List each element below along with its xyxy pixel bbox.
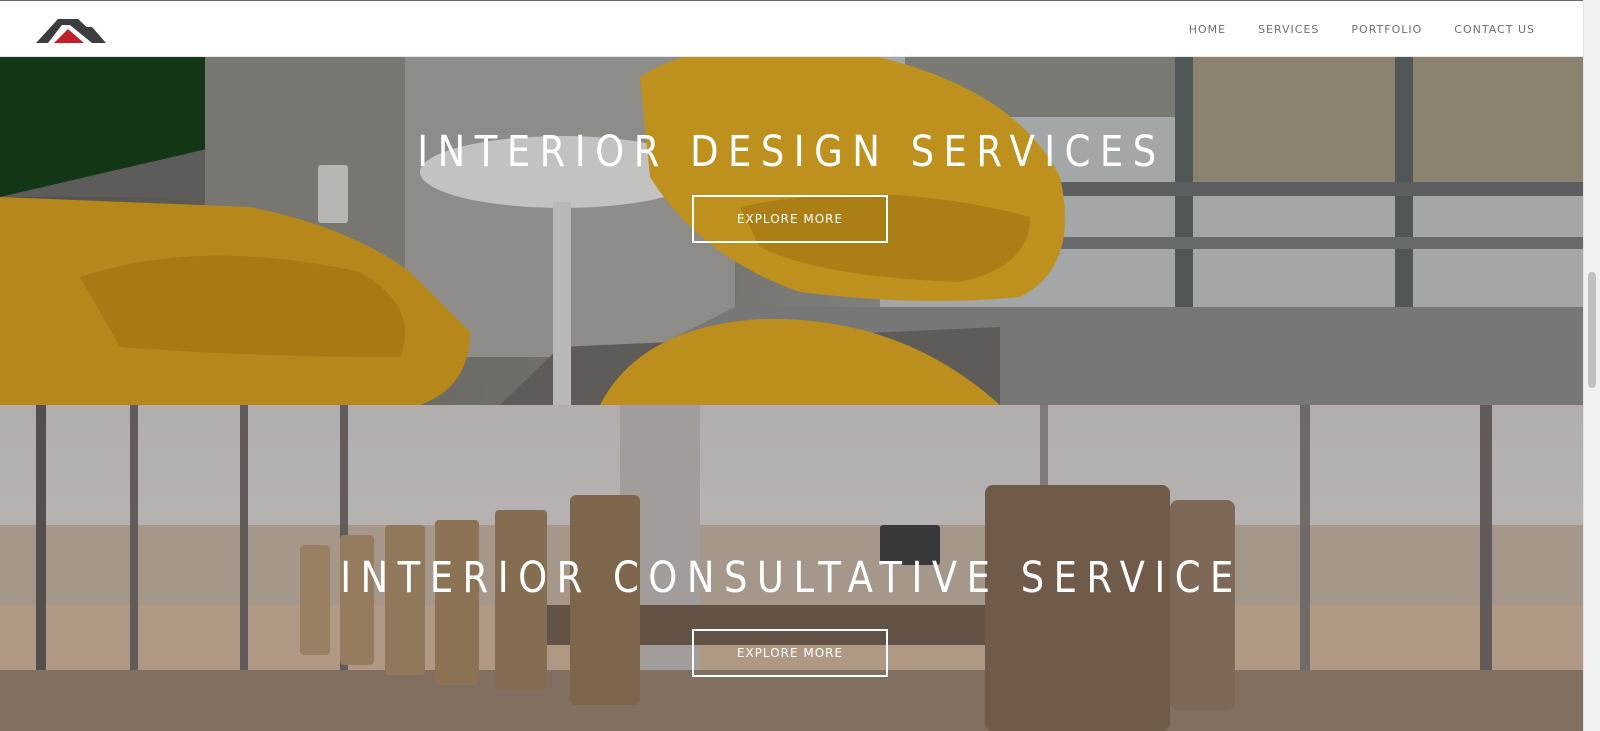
nav-portfolio[interactable]: PORTFOLIO: [1351, 23, 1422, 36]
page-scrollbar[interactable]: [1583, 0, 1600, 731]
nav-home[interactable]: HOME: [1189, 23, 1226, 36]
roof-logo-icon[interactable]: [34, 15, 110, 45]
nav-contact-us[interactable]: CONTACT US: [1454, 23, 1535, 36]
main-nav: HOME SERVICES PORTFOLIO CONTACT US: [1157, 1, 1535, 57]
site-header: HOME SERVICES PORTFOLIO CONTACT US: [0, 1, 1583, 57]
scrollbar-thumb[interactable]: [1588, 272, 1596, 388]
interior-design-section: INTERIOR DESIGN SERVICES EXPLORE MORE: [0, 57, 1583, 405]
nav-services[interactable]: SERVICES: [1258, 23, 1319, 36]
page: HOME SERVICES PORTFOLIO CONTACT US INTER…: [0, 0, 1600, 731]
interior-consultative-section: INTERIOR CONSULTATIVE SERVICE EXPLORE MO…: [0, 405, 1583, 731]
explore-more-button[interactable]: EXPLORE MORE: [692, 629, 888, 677]
section-title: INTERIOR CONSULTATIVE SERVICE: [340, 553, 1243, 603]
explore-more-button[interactable]: EXPLORE MORE: [692, 195, 888, 243]
section-title: INTERIOR DESIGN SERVICES: [417, 127, 1166, 177]
